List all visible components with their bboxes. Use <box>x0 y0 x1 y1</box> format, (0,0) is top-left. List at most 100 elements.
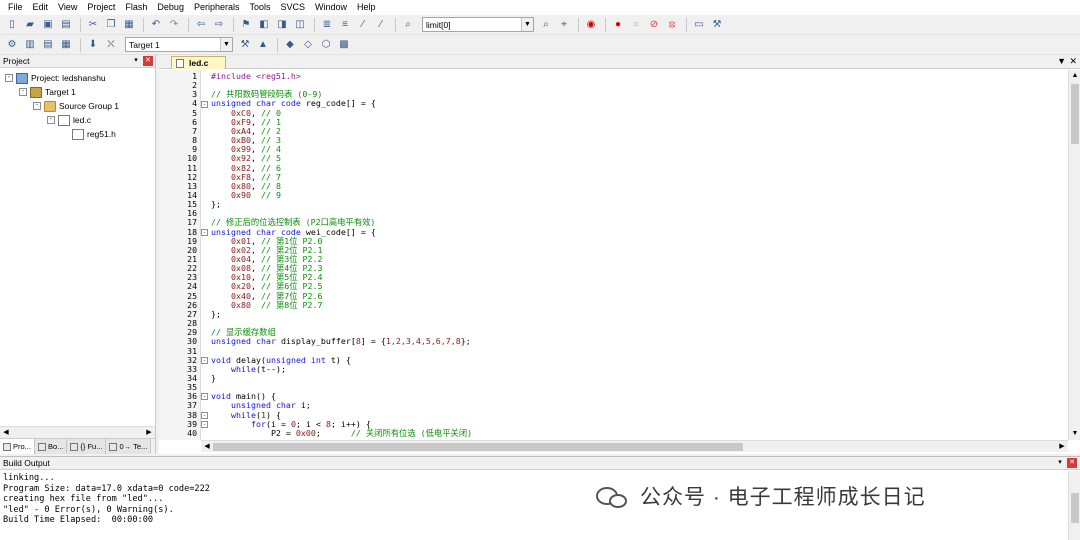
project-horizontal-scrollbar[interactable]: ◀ ▶ <box>0 426 155 438</box>
menu-help[interactable]: Help <box>352 0 381 15</box>
select-pack-icon[interactable]: ◇ <box>300 37 316 53</box>
menu-tools[interactable]: Tools <box>244 0 275 15</box>
scroll-down-icon[interactable]: ▼ <box>1069 428 1080 440</box>
build-output-line: Program Size: data=17.0 xdata=0 code=222 <box>3 483 210 494</box>
scroll-right-icon[interactable]: ▶ <box>1056 441 1068 453</box>
tab-books[interactable]: Bo... <box>34 439 68 454</box>
collapse-icon[interactable]: - <box>19 88 27 96</box>
build-output-scrollbar[interactable] <box>1068 471 1080 540</box>
menu-debug[interactable]: Debug <box>152 0 189 15</box>
chevron-down-icon[interactable]: ▼ <box>521 18 533 31</box>
close-icon[interactable]: ✕ <box>1067 458 1077 468</box>
rebuild-icon[interactable]: ▤ <box>40 37 56 53</box>
file-extensions-icon[interactable]: ▲ <box>255 37 271 53</box>
tree-item-3[interactable]: - led.c <box>47 113 91 127</box>
bookmark-set-icon[interactable]: ⚑ <box>238 17 254 33</box>
breakpoint-insert-icon[interactable]: ● <box>610 17 626 33</box>
collapse-icon[interactable]: - <box>47 116 55 124</box>
menu-edit[interactable]: Edit <box>28 0 54 15</box>
stop-build-icon[interactable]: ⛌ <box>103 37 119 53</box>
scroll-thumb[interactable] <box>213 443 743 451</box>
tree-item-0[interactable]: - Project: ledshanshu <box>5 71 106 85</box>
scroll-left-icon[interactable]: ◀ <box>0 427 12 438</box>
find-in-files-icon[interactable]: ⌕ <box>400 17 416 33</box>
breakpoint-kill-icon[interactable]: ⦻ <box>664 17 680 33</box>
menu-project[interactable]: Project <box>82 0 120 15</box>
copy-icon[interactable]: ❐ <box>103 17 119 33</box>
menu-peripherals[interactable]: Peripherals <box>189 0 245 15</box>
pack-installer-icon[interactable]: ⬡ <box>318 37 334 53</box>
menu-flash[interactable]: Flash <box>120 0 152 15</box>
close-tab-icon[interactable]: ✕ <box>1069 56 1077 67</box>
breakpoint-disable-icon[interactable]: ⊘ <box>646 17 662 33</box>
configure-icon[interactable]: ⚒ <box>709 17 725 33</box>
redo-icon[interactable]: ↷ <box>166 17 182 33</box>
run-environment-icon[interactable]: ▩ <box>336 37 352 53</box>
find-icon[interactable]: ⌕ <box>538 17 554 33</box>
tab-led-c[interactable]: led.c <box>171 56 226 69</box>
undo-icon[interactable]: ↶ <box>148 17 164 33</box>
target-options-icon[interactable]: ⚒ <box>237 37 253 53</box>
fold-toggle-icon[interactable]: - <box>201 411 208 419</box>
tab-templates[interactable]: 0→ Te... <box>106 439 152 454</box>
bookmark-prev-icon[interactable]: ◧ <box>256 17 272 33</box>
tab-list-dropdown-icon[interactable]: ▼ <box>1057 56 1066 66</box>
editor-vertical-scrollbar[interactable]: ▲ ▼ <box>1068 70 1080 440</box>
chevron-down-icon[interactable]: ▼ <box>220 38 232 51</box>
scroll-left-icon[interactable]: ◀ <box>201 441 213 453</box>
scroll-right-icon[interactable]: ▶ <box>143 427 155 438</box>
menu-view[interactable]: View <box>53 0 82 15</box>
fold-toggle-icon[interactable]: - <box>201 393 208 401</box>
nav-back-icon[interactable]: ⇦ <box>193 17 209 33</box>
code-token: #include <reg51.h> <box>211 71 301 81</box>
scroll-thumb[interactable] <box>1071 493 1079 523</box>
fold-toggle-icon[interactable]: - <box>201 420 208 428</box>
find-combo[interactable]: limit[0] ▼ <box>422 17 534 32</box>
tree-item-1[interactable]: - Target 1 <box>19 85 76 99</box>
tree-item-2[interactable]: - Source Group 1 <box>33 99 119 113</box>
bookmark-next-icon[interactable]: ◨ <box>274 17 290 33</box>
collapse-icon[interactable]: - <box>33 102 41 110</box>
window-layout-icon[interactable]: ▭ <box>691 17 707 33</box>
fold-toggle-icon[interactable]: - <box>201 100 208 108</box>
fold-toggle-icon[interactable]: - <box>201 356 208 364</box>
tab-project[interactable]: Pro... <box>0 439 35 454</box>
build-icon[interactable]: ▥ <box>22 37 38 53</box>
batch-build-icon[interactable]: ▦ <box>58 37 74 53</box>
tab-functions[interactable]: {} Fu... <box>67 439 107 454</box>
target-select[interactable]: Target 1 ▼ <box>125 37 233 52</box>
scroll-thumb[interactable] <box>1071 84 1079 144</box>
close-icon[interactable]: ✕ <box>143 56 153 66</box>
comment-icon[interactable]: ⁄ <box>355 17 371 33</box>
scroll-up-icon[interactable]: ▲ <box>1069 70 1080 82</box>
bookmark-clear-icon[interactable]: ◫ <box>292 17 308 33</box>
tree-item-4[interactable]: reg51.h <box>61 127 116 141</box>
uncomment-icon[interactable]: ⁄ <box>373 17 389 33</box>
breakpoint-enable-icon[interactable]: ○ <box>628 17 644 33</box>
pin-icon[interactable]: ▾ <box>131 56 141 66</box>
paste-icon[interactable]: ▦ <box>121 17 137 33</box>
save-all-icon[interactable]: ▤ <box>58 17 74 33</box>
indent-icon[interactable]: ≣ <box>319 17 335 33</box>
fold-toggle-icon[interactable]: - <box>201 228 208 236</box>
project-tree: - Project: ledshanshu - Target 1- Source Gro… <box>0 68 155 438</box>
unindent-icon[interactable]: ≡ <box>337 17 353 33</box>
collapse-icon[interactable]: - <box>5 74 13 82</box>
menu-window[interactable]: Window <box>310 0 352 15</box>
translate-icon[interactable]: ⚙ <box>4 37 20 53</box>
save-icon[interactable]: ▣ <box>40 17 56 33</box>
debug-start-icon[interactable]: ◉ <box>583 17 599 33</box>
open-file-icon[interactable]: ▰ <box>22 17 38 33</box>
editor-horizontal-scrollbar[interactable]: ◀ ▶ <box>201 440 1068 452</box>
cut-icon[interactable]: ✂ <box>85 17 101 33</box>
incremental-find-icon[interactable]: ⌖ <box>556 17 572 33</box>
download-icon[interactable]: ⬇ <box>85 37 101 53</box>
menu-svcs[interactable]: SVCS <box>276 0 311 15</box>
nav-forward-icon[interactable]: ⇨ <box>211 17 227 33</box>
new-file-icon[interactable]: ▯ <box>4 17 20 33</box>
pin-icon[interactable]: ▾ <box>1055 458 1065 468</box>
file-icon <box>176 58 184 68</box>
code-text-area[interactable]: #include <reg51.h>// 共阳数码管段码表 (0-9) - unsi… <box>201 70 1068 440</box>
manage-components-icon[interactable]: ◆ <box>282 37 298 53</box>
menu-file[interactable]: File <box>3 0 28 15</box>
